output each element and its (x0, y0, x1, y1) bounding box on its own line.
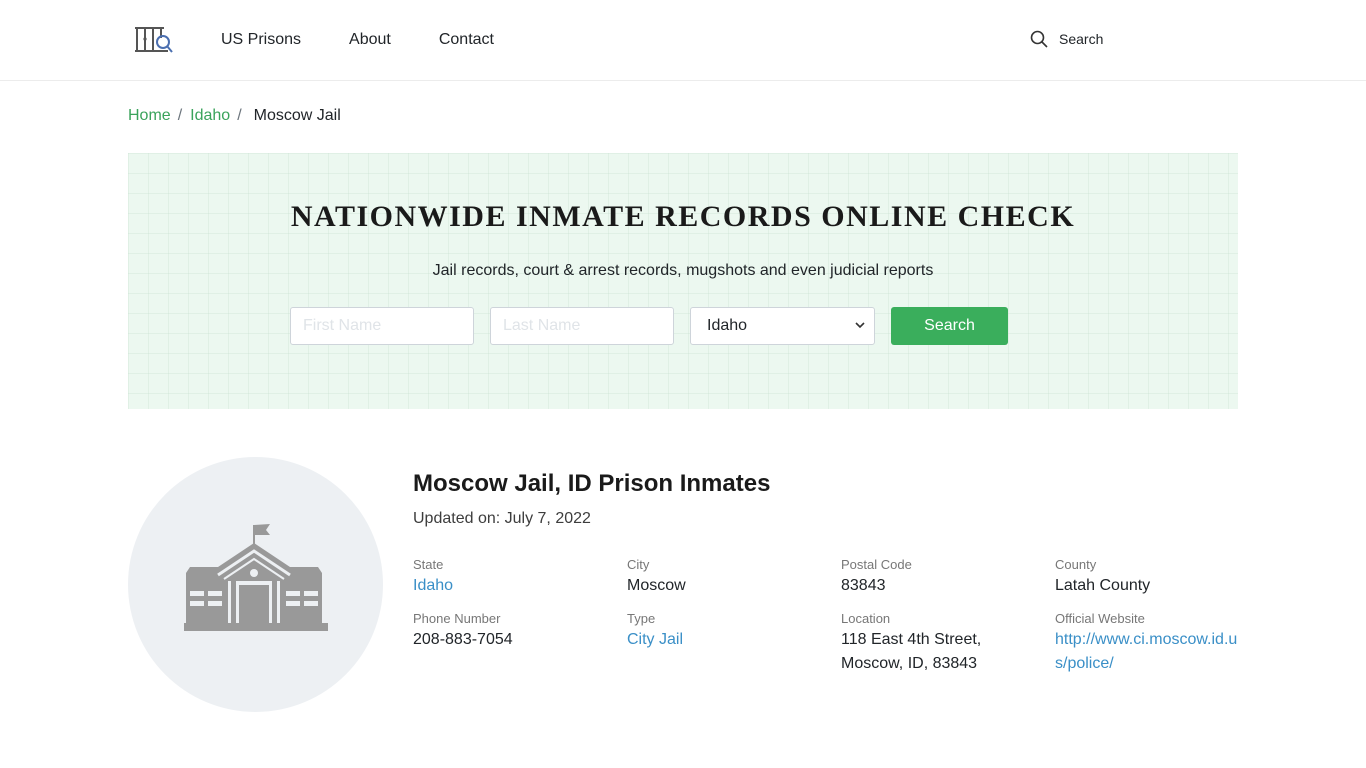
official-website-link[interactable]: http://www.ci.moscow.id.us/police/ (1055, 628, 1243, 676)
info-type: Type City Jail (627, 611, 841, 676)
info-label: Official Website (1055, 611, 1145, 626)
banner-title: NATIONWIDE INMATE RECORDS ONLINE CHECK (290, 200, 1076, 233)
info-label: Location (841, 611, 891, 626)
facility-info-grid: State Idaho City Moscow Postal Code 8384… (413, 557, 1243, 676)
nav-us-prisons[interactable]: US Prisons (221, 30, 301, 50)
top-navigation-bar: US Prisons About Contact Search (0, 0, 1366, 81)
state-link[interactable]: Idaho (413, 574, 627, 598)
info-value: 118 East 4th Street, Moscow, ID, 83843 (841, 631, 982, 672)
first-name-input[interactable] (290, 307, 474, 345)
info-value: 83843 (841, 577, 886, 594)
info-value: Latah County (1055, 577, 1151, 594)
info-label: State (413, 557, 444, 572)
search-button[interactable]: Search (891, 307, 1008, 345)
nav-about[interactable]: About (349, 30, 391, 50)
info-state: State Idaho (413, 557, 627, 598)
breadcrumb-current: Moscow Jail (253, 107, 341, 124)
last-name-input[interactable] (490, 307, 674, 345)
info-website: Official Website http://www.ci.moscow.id… (1055, 611, 1243, 676)
government-building-icon (184, 524, 328, 631)
info-label: City (627, 557, 650, 572)
info-label: Phone Number (413, 611, 501, 626)
info-label: Postal Code (841, 557, 912, 572)
jail-bars-magnifier-icon (135, 27, 173, 53)
info-postal-code: Postal Code 83843 (841, 557, 1055, 598)
state-select[interactable]: Idaho (690, 307, 875, 345)
main-nav: US Prisons About Contact (221, 30, 542, 50)
info-label: County (1055, 557, 1097, 572)
header-search-button[interactable]: Search (1030, 30, 1103, 48)
info-location: Location 118 East 4th Street, Moscow, ID… (841, 611, 1055, 676)
breadcrumb-separator: / (177, 107, 183, 124)
site-logo[interactable] (134, 26, 174, 54)
inmate-search-form: Idaho Search (290, 307, 1008, 345)
updated-date: Updated on: July 7, 2022 (413, 510, 591, 527)
breadcrumb-home[interactable]: Home (128, 107, 171, 125)
info-city: City Moscow (627, 557, 841, 598)
breadcrumb-separator: / (237, 107, 242, 124)
search-icon (1030, 30, 1048, 48)
state-select-value: Idaho (690, 307, 875, 345)
header-search-label: Search (1059, 31, 1104, 47)
info-label: Type (627, 611, 656, 626)
type-link[interactable]: City Jail (627, 628, 841, 652)
banner-subtitle: Jail records, court & arrest records, mu… (432, 262, 934, 279)
info-value: 208-883-7054 (413, 631, 513, 648)
inmate-search-banner: NATIONWIDE INMATE RECORDS ONLINE CHECK J… (128, 153, 1238, 409)
facility-title: Moscow Jail, ID Prison Inmates (413, 470, 771, 497)
info-phone: Phone Number 208-883-7054 (413, 611, 627, 676)
info-value: Moscow (627, 577, 686, 594)
info-county: County Latah County (1055, 557, 1243, 598)
facility-image (128, 457, 383, 712)
breadcrumb-idaho[interactable]: Idaho (190, 107, 230, 125)
nav-contact[interactable]: Contact (439, 30, 494, 50)
chevron-down-icon (855, 322, 865, 329)
breadcrumb: Home / Idaho / Moscow Jail (128, 107, 341, 125)
